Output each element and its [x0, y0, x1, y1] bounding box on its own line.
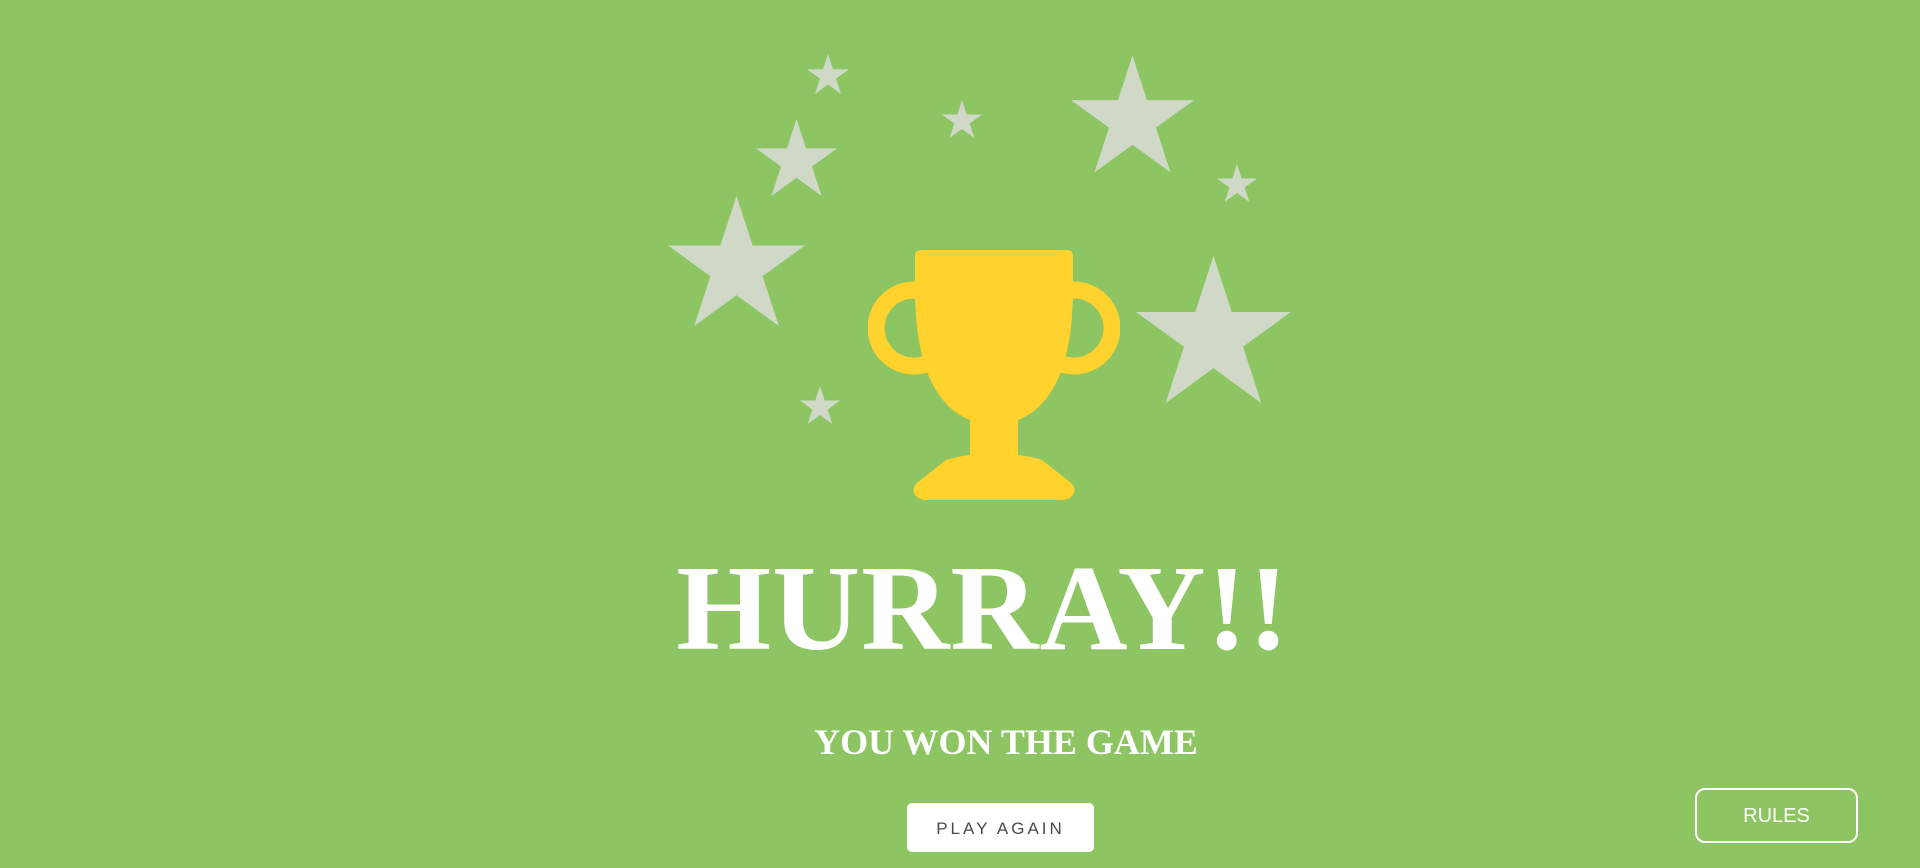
- star-icon: [800, 386, 840, 424]
- win-message: YOU WON THE GAME: [814, 722, 1198, 762]
- star-icon: [756, 119, 837, 196]
- play-again-button[interactable]: PLAY AGAIN: [907, 803, 1094, 852]
- star-icon: [1136, 256, 1291, 403]
- trophy-icon: [868, 248, 1120, 502]
- star-icon: [807, 54, 849, 94]
- win-screen: HURRAY!! YOU WON THE GAME PLAY AGAIN RUL…: [0, 0, 1920, 868]
- star-icon: [942, 100, 982, 138]
- rules-button[interactable]: RULES: [1695, 788, 1858, 843]
- star-icon: [1071, 55, 1194, 173]
- star-icon: [668, 196, 805, 326]
- win-headline: HURRAY!!: [676, 541, 1290, 676]
- star-icon: [1217, 164, 1257, 202]
